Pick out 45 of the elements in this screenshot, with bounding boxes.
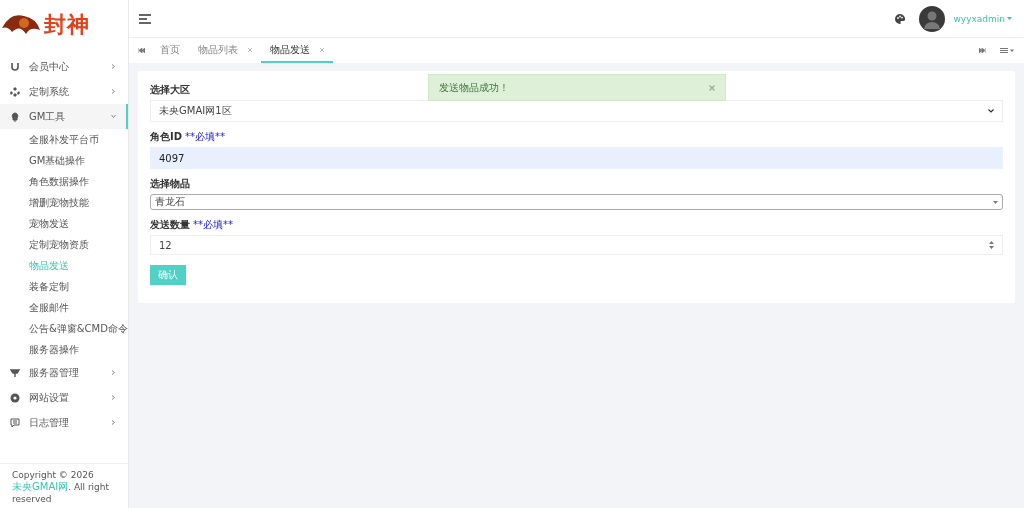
- menu-item[interactable]: 网站设置: [0, 385, 128, 410]
- required-note: **必填**: [185, 130, 226, 144]
- toast-message: 发送物品成功！: [439, 80, 509, 95]
- copyright-text: Copyright © 2026 未央GMAI网. All right reserved: [12, 469, 111, 505]
- chevron-icon: [111, 420, 116, 425]
- number-field[interactable]: 12: [150, 235, 1003, 255]
- required-note: **必填**: [193, 218, 233, 232]
- chevron-icon: [111, 64, 116, 69]
- field-label: 发送数量: [150, 218, 190, 232]
- logo-text: 封神: [44, 10, 90, 39]
- menu-item[interactable]: GM工具: [0, 104, 128, 129]
- tab[interactable]: 物品列表: [189, 38, 261, 63]
- submenu-item[interactable]: 全服补发平台币: [0, 129, 128, 150]
- input-field[interactable]: 4097: [150, 147, 1003, 169]
- submenu-item[interactable]: 增删宠物技能: [0, 192, 128, 213]
- avatar-icon[interactable]: [919, 5, 946, 32]
- submenu-item[interactable]: 宠物发送: [0, 213, 128, 234]
- item-select[interactable]: 青龙石: [150, 194, 1003, 210]
- chevron-icon: [111, 370, 116, 375]
- submenu-item[interactable]: 角色数据操作: [0, 171, 128, 192]
- field-label: 角色ID: [150, 130, 183, 144]
- menu-item[interactable]: 定制系统: [0, 79, 128, 104]
- chevron-icon: [111, 89, 116, 94]
- scroll-left-icon[interactable]: [138, 48, 145, 53]
- submenu-item[interactable]: 定制宠物资质: [0, 234, 128, 255]
- chevron-icon: [988, 109, 994, 113]
- tab[interactable]: 物品发送: [261, 38, 333, 63]
- caret-icon: [1007, 17, 1012, 20]
- menu-item[interactable]: 会员中心: [0, 54, 128, 79]
- scroll-right-icon[interactable]: [979, 48, 986, 53]
- menu-item[interactable]: 服务器管理: [0, 360, 128, 385]
- chevron-icon: [111, 395, 116, 400]
- chevron-icon: [111, 114, 116, 119]
- field-label: 选择大区: [150, 83, 190, 97]
- submenu-item[interactable]: 装备定制: [0, 276, 128, 297]
- submenu-item[interactable]: GM基础操作: [0, 150, 128, 171]
- palette-icon[interactable]: [895, 13, 906, 24]
- tab[interactable]: 首页: [151, 38, 189, 63]
- caret-icon: [993, 200, 998, 204]
- submenu-item[interactable]: 服务器操作: [0, 339, 128, 360]
- field-label: 选择物品: [150, 177, 190, 191]
- spinner-icon[interactable]: [989, 241, 994, 249]
- menu-item[interactable]: 日志管理: [0, 410, 128, 435]
- submenu-item[interactable]: 全服邮件: [0, 297, 128, 318]
- submenu-item[interactable]: 公告&弹窗&CMD命令: [0, 318, 128, 339]
